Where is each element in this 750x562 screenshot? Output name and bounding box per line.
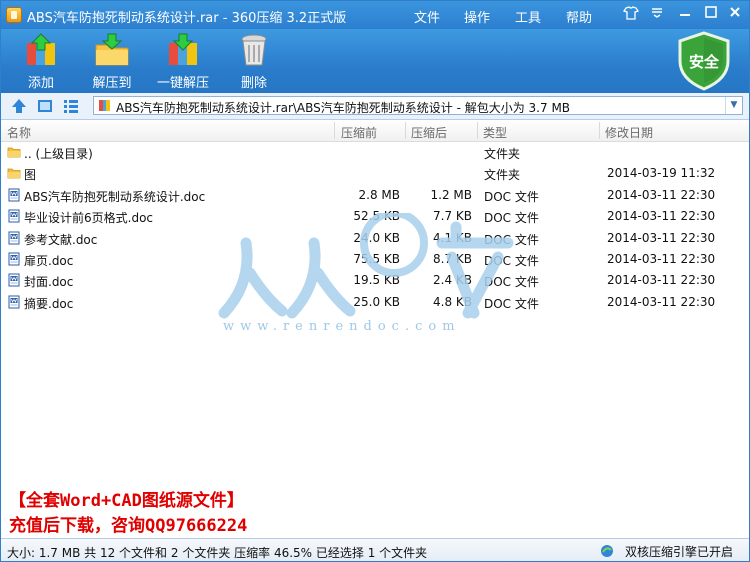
size-after: 4.1 KB (433, 230, 472, 245)
word-doc-icon (7, 295, 21, 309)
file-row[interactable]: 毕业设计前6页格式.doc 52.5 KB 7.7 KB DOC 文件 2014-03-… (1, 206, 749, 227)
file-row[interactable]: ABS汽车防抱死制动系统设计.doc 2.8 MB 1.2 MB DOC 文件 2014… (1, 185, 749, 206)
size-after: 7.7 KB (433, 209, 472, 224)
column-divider[interactable] (334, 122, 335, 139)
app-logo-icon (6, 7, 22, 23)
modified-date: 2014-03-11 22:30 (607, 294, 716, 309)
file-row[interactable]: 摘要.doc 25.0 KB 4.8 KB DOC 文件 2014-03-11 22:3… (1, 292, 749, 313)
size-after: 1.2 MB (430, 187, 472, 202)
navigation-bar: ABS汽车防抱死制动系统设计.rar\ABS汽车防抱死制动系统设计 - 解包大小… (1, 93, 749, 120)
file-type: DOC 文件 (484, 296, 539, 311)
modified-date: 2014-03-19 11:32 (607, 166, 716, 181)
file-name: 参考文献.doc (24, 232, 98, 247)
file-name: ABS汽车防抱死制动系统设计.doc (24, 189, 206, 204)
file-type: 文件夹 (484, 168, 521, 183)
app-window: ABS汽车防抱死制动系统设计.rar - 360压缩 3.2正式版 文件 操作 … (0, 0, 750, 562)
address-path: ABS汽车防抱死制动系统设计.rar\ABS汽车防抱死制动系统设计 - 解包大小… (116, 101, 571, 115)
file-row[interactable]: .. (上级目录) 文件夹 (1, 142, 749, 163)
folder-icon (7, 166, 21, 180)
column-size-before[interactable]: 压缩前 (341, 124, 377, 141)
delete-button[interactable]: 删除 (219, 31, 289, 91)
dual-core-engine-icon (601, 545, 613, 557)
file-name: 图 (24, 168, 37, 183)
skin-icon[interactable] (621, 5, 641, 23)
menu-down-icon[interactable] (647, 5, 667, 23)
one-click-extract-label: 一键解压 (156, 76, 209, 91)
column-divider[interactable] (405, 122, 406, 139)
maximize-button[interactable] (701, 5, 721, 23)
column-name[interactable]: 名称 (7, 124, 31, 141)
promo-line-1: 【全套Word+CAD图纸源文件】 (9, 491, 244, 511)
one-click-extract-icon (169, 33, 197, 65)
safe-label: 安全 (688, 53, 719, 71)
file-type: DOC 文件 (484, 211, 539, 226)
delete-label: 删除 (240, 76, 267, 91)
word-doc-icon (7, 231, 21, 245)
size-after: 2.4 KB (433, 273, 472, 288)
word-doc-icon (7, 252, 21, 266)
column-type[interactable]: 类型 (483, 124, 507, 141)
modified-date: 2014-03-11 22:30 (607, 252, 716, 266)
modified-date: 2014-03-11 22:30 (607, 209, 716, 224)
column-size-after[interactable]: 压缩后 (411, 124, 447, 141)
one-click-extract-button[interactable]: 一键解压 (148, 31, 218, 91)
file-type: DOC 文件 (484, 189, 539, 204)
minimize-button[interactable] (675, 5, 695, 23)
file-row[interactable]: 参考文献.doc 24.0 KB 4.1 KB DOC 文件 2014-03-11 22… (1, 228, 749, 249)
extract-to-button[interactable]: 解压到 (77, 31, 147, 91)
menu-file[interactable]: 文件 (414, 7, 440, 26)
file-name: 扉页.doc (24, 254, 74, 268)
word-doc-icon (7, 273, 21, 287)
file-name: 摘要.doc (24, 296, 74, 311)
trash-icon (241, 34, 267, 66)
status-summary: 大小: 1.7 MB 共 12 个文件和 2 个文件夹 压缩率 46.5% 已经… (7, 546, 428, 560)
file-type: DOC 文件 (484, 254, 539, 268)
address-bar[interactable]: ABS汽车防抱死制动系统设计.rar\ABS汽车防抱死制动系统设计 - 解包大小… (93, 96, 743, 115)
engine-status[interactable]: 双核压缩引擎已开启 (625, 543, 733, 560)
add-label: 添加 (27, 76, 54, 91)
modified-date: 2014-03-11 22:30 (607, 187, 716, 202)
security-shield[interactable]: 安全 (676, 31, 732, 91)
column-modified[interactable]: 修改日期 (605, 124, 653, 141)
add-button[interactable]: 添加 (6, 31, 76, 91)
column-divider[interactable] (599, 122, 600, 139)
watermark-url: www.renrendoc.com (223, 319, 461, 334)
file-row[interactable]: 封面.doc 19.5 KB 2.4 KB DOC 文件 2014-03-11 22:3… (1, 270, 749, 291)
address-dropdown-icon[interactable]: ▼ (725, 97, 742, 114)
file-list-header: 名称 压缩前 压缩后 类型 修改日期 (1, 120, 749, 142)
file-name: .. (上级目录) (24, 147, 93, 161)
menu-help[interactable]: 帮助 (566, 7, 592, 26)
up-arrow-icon[interactable] (10, 97, 28, 115)
size-after: 8.7 KB (433, 252, 472, 266)
file-row[interactable]: 图 文件夹 2014-03-19 11:32 (1, 163, 749, 184)
file-type: DOC 文件 (484, 232, 539, 247)
file-type: DOC 文件 (484, 275, 539, 290)
list-view-icon[interactable] (62, 97, 80, 115)
modified-date: 2014-03-11 22:30 (607, 273, 716, 288)
title-bar: ABS汽车防抱死制动系统设计.rar - 360压缩 3.2正式版 文件 操作 … (1, 1, 749, 29)
file-type: 文件夹 (484, 147, 521, 161)
extract-to-label: 解压到 (92, 76, 132, 91)
menu-operate[interactable]: 操作 (464, 7, 490, 26)
thumbnail-view-icon[interactable] (36, 97, 54, 115)
close-button[interactable] (725, 5, 745, 23)
file-name: 封面.doc (24, 275, 74, 290)
extract-folder-icon (95, 33, 129, 66)
add-archive-icon (27, 33, 55, 65)
menu-tools[interactable]: 工具 (515, 7, 541, 26)
status-bar: 大小: 1.7 MB 共 12 个文件和 2 个文件夹 压缩率 46.5% 已经… (1, 538, 749, 561)
folder-icon (7, 145, 21, 159)
archive-icon (99, 100, 110, 111)
toolbar: 添加 解压到 一键解压 删除 安全 (1, 29, 749, 93)
window-title: ABS汽车防抱死制动系统设计.rar - 360压缩 3.2正式版 (27, 11, 347, 26)
promo-line-2: 充值后下载，咨询QQ97666224 (9, 516, 248, 536)
file-name: 毕业设计前6页格式.doc (24, 211, 154, 226)
column-divider[interactable] (477, 122, 478, 139)
file-row[interactable]: 扉页.doc 75.5 KB 8.7 KB DOC 文件 2014-03-11 22:3… (1, 249, 749, 270)
word-doc-icon (7, 209, 21, 223)
size-after: 4.8 KB (433, 294, 472, 309)
word-doc-icon (7, 188, 21, 202)
modified-date: 2014-03-11 22:30 (607, 230, 716, 245)
